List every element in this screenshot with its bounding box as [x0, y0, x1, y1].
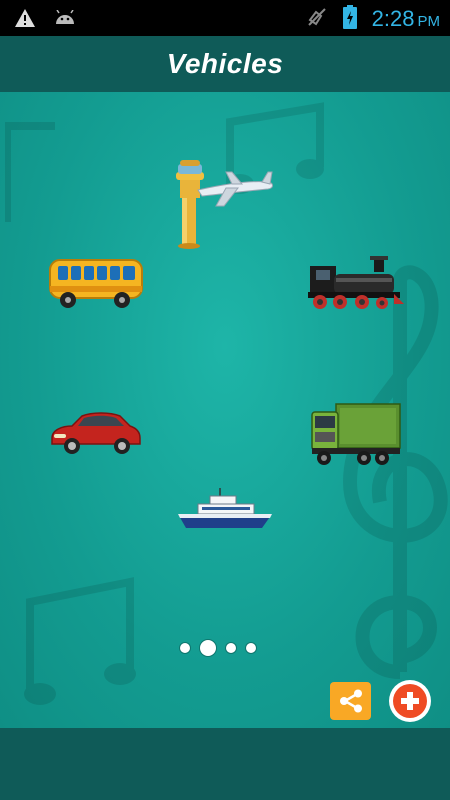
airplane-icon: [176, 160, 273, 249]
page-title: Vehicles: [166, 48, 284, 79]
truck-icon: [311, 403, 401, 465]
vehicle-grid: [0, 92, 450, 728]
steam-train-icon: [308, 256, 404, 309]
clock-time: 2:28: [371, 6, 415, 31]
android-icon: [54, 9, 76, 30]
background-note-icon: [24, 577, 136, 705]
bottom-bar: [0, 728, 450, 800]
battery-charging-icon: [342, 4, 358, 34]
page-dot-3[interactable]: [226, 643, 236, 653]
clock-ampm: PM: [417, 13, 441, 30]
add-button[interactable]: [389, 680, 431, 722]
add-button-inner: [393, 684, 427, 718]
page-indicator: [180, 640, 256, 656]
warning-icon: [14, 8, 36, 32]
car-icon: [51, 412, 141, 454]
page-dot-2-active[interactable]: [200, 640, 216, 656]
vehicle-bus[interactable]: [46, 252, 144, 314]
vehicle-airplane[interactable]: [176, 158, 276, 254]
status-bar: 2:28 PM: [0, 0, 450, 36]
vehicle-truck[interactable]: [310, 398, 402, 472]
bus-icon: [49, 259, 143, 308]
plus-icon: [401, 692, 419, 710]
page-dot-1[interactable]: [180, 643, 190, 653]
background-treble-clef-icon: [342, 265, 448, 679]
mute-icon: [306, 6, 328, 32]
vehicle-car[interactable]: [48, 408, 142, 460]
vehicle-train[interactable]: [306, 256, 406, 316]
clock: 2:28 PM: [372, 6, 440, 32]
share-icon: [339, 689, 362, 713]
ship-icon: [178, 488, 272, 528]
app-bar: Vehicles: [0, 36, 450, 92]
vehicle-ship[interactable]: [176, 488, 274, 536]
background-note-icon: [5, 122, 55, 222]
page-dot-4[interactable]: [246, 643, 256, 653]
share-button[interactable]: [330, 682, 371, 720]
